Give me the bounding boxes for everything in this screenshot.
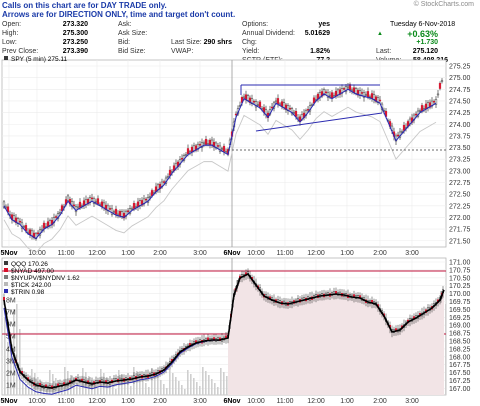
- indicator-x-tick-label: 12:00: [88, 398, 106, 405]
- indicator-x-tick-label: 10:00: [247, 398, 265, 405]
- indicator-x-tick-label: 3:00: [405, 398, 419, 405]
- volume-bar: [148, 387, 150, 395]
- volume-axis-label: 1M: [6, 383, 16, 390]
- tick-legend-icon: [4, 282, 8, 286]
- volume-bar: [205, 371, 207, 395]
- volume-bar: [193, 378, 195, 395]
- indicator-y-tick-label: 168.00: [449, 354, 471, 361]
- volume-bar: [160, 380, 162, 395]
- legend-nyupv: $NYUPV/$NYDNV 1.62: [11, 275, 80, 282]
- volume-bar: [145, 383, 147, 395]
- indicator-x-tick-label: 2:00: [153, 398, 167, 405]
- indicator-y-tick-label: 169.25: [449, 315, 471, 322]
- indicator-x-tick-label: 2:00: [373, 398, 387, 405]
- indicator-y-tick-label: 169.50: [449, 307, 471, 314]
- legend-tick: $TICK 242.00: [11, 282, 51, 289]
- indicator-x-tick-label: 10:00: [28, 398, 46, 405]
- indicator-y-tick-label: 170.50: [449, 275, 471, 282]
- legend-trin: $TRIN 0.98: [11, 289, 45, 296]
- volume-axis-label: 8M: [6, 298, 16, 305]
- indicator-x-tick-label: 1:00: [340, 398, 354, 405]
- volume-bar: [199, 386, 201, 395]
- qqq-legend-icon: [4, 261, 8, 265]
- volume-bar: [217, 387, 219, 395]
- nyupv-legend-icon: [4, 275, 8, 279]
- volume-bar: [220, 368, 222, 395]
- volume-bar: [76, 383, 78, 395]
- indicator-x-axis: 5Nov 10:00 11:00 12:00 1:00 2:00 3:00 6Nov 10:00…: [0, 398, 418, 405]
- volume-axis-label: 2M: [6, 371, 16, 378]
- volume-bar: [211, 379, 213, 395]
- trin-legend-icon: [4, 289, 8, 293]
- indicator-y-tick-label: 170.00: [449, 291, 471, 298]
- qqq-candle-body: [3, 297, 6, 301]
- volume-bar: [445, 304, 447, 395]
- volume-bar: [214, 383, 216, 395]
- volume-bar: [187, 370, 189, 395]
- volume-bar: [184, 389, 186, 395]
- volume-bar: [28, 388, 30, 395]
- nyad-legend-icon: [4, 268, 8, 272]
- volume-bar: [178, 381, 180, 395]
- indicator-y-tick-label: 167.00: [449, 386, 471, 393]
- indicator-y-tick-label: 167.25: [449, 378, 471, 385]
- indicator-y-tick-label: 170.25: [449, 283, 471, 290]
- volume-bar: [202, 367, 204, 395]
- volume-bar: [208, 375, 210, 395]
- volume-bar: [115, 389, 117, 395]
- indicator-y-tick-label: 168.75: [449, 331, 471, 338]
- legend-nyad: $NYAD 497.00: [11, 268, 54, 275]
- indicator-x-tick-label: 6Nov: [223, 398, 240, 405]
- volume-bar: [226, 376, 228, 395]
- indicator-y-tick-label: 169.75: [449, 299, 471, 306]
- indicator-y-tick-label: 168.50: [449, 339, 471, 346]
- indicator-x-tick-label: 1:00: [121, 398, 135, 405]
- volume-bar: [175, 377, 177, 395]
- indicator-x-tick-label: 12:00: [307, 398, 325, 405]
- volume-bar: [169, 369, 171, 395]
- indicator-y-tick-label: 171.00: [449, 260, 471, 267]
- volume-bar: [190, 374, 192, 395]
- indicator-y-tick-label: 169.00: [449, 323, 471, 330]
- indicator-x-tick-label: 3:00: [193, 398, 207, 405]
- volume-bar: [157, 376, 159, 395]
- indicator-x-tick-label: 5Nov: [0, 398, 17, 405]
- legend-qqq: QQQ 170.26: [11, 261, 48, 268]
- volume-bar: [196, 382, 198, 395]
- indicator-y-tick-label: 170.75: [449, 267, 471, 274]
- volume-bar: [112, 385, 114, 395]
- volume-bar: [163, 384, 165, 395]
- indicator-y-axis-right: 171.00170.75170.50170.25170.00169.75169.…: [449, 260, 471, 393]
- indicator-y-tick-label: 167.50: [449, 370, 471, 377]
- indicator-y-tick-label: 167.75: [449, 362, 471, 369]
- volume-bar: [181, 385, 183, 395]
- volume-bar: [16, 304, 18, 395]
- volume-bar: [19, 329, 21, 395]
- indicator-x-tick-label: 11:00: [58, 398, 75, 405]
- indicator-y-tick-label: 168.25: [449, 346, 471, 353]
- volume-axis-label: 7M: [6, 310, 16, 317]
- volume-bar: [79, 387, 81, 395]
- volume-bar: [97, 388, 99, 395]
- volume-bar: [166, 388, 168, 395]
- volume-bar: [130, 386, 132, 395]
- stockchart-screen: Calls on this chart are for DAY TRADE on…: [0, 0, 480, 406]
- volume-bar: [172, 373, 174, 395]
- volume-bar: [223, 372, 225, 395]
- indicator-x-tick-label: 11:00: [277, 398, 294, 405]
- indicator-chart[interactable]: 171.00170.75170.50170.25170.00169.75169.…: [0, 0, 480, 406]
